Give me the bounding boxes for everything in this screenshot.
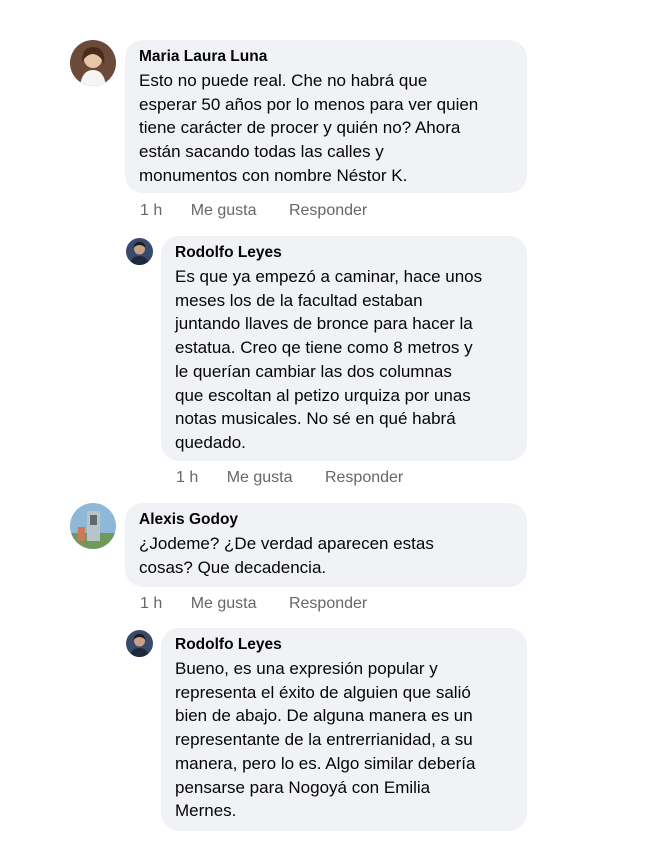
like-button[interactable]: Me gusta [227, 468, 293, 488]
profile-photo-icon [70, 40, 116, 86]
comment-author[interactable]: Rodolfo Leyes [175, 243, 513, 263]
avatar-rodolfo-leyes[interactable] [126, 238, 153, 265]
comment-text: Es que ya empezó a caminar, hace unos me… [175, 267, 483, 452]
like-button[interactable]: Me gusta [191, 594, 257, 614]
comment-actions: 1 h Me gusta Responder [140, 594, 367, 614]
comment-actions: 1 h Me gusta Responder [176, 468, 403, 488]
comment-author[interactable]: Rodolfo Leyes [175, 635, 513, 655]
comment-timestamp[interactable]: 1 h [140, 201, 162, 221]
comment-bubble: Alexis Godoy ¿Jodeme? ¿De verdad aparece… [125, 503, 527, 587]
comment-author[interactable]: Alexis Godoy [139, 510, 513, 530]
profile-photo-icon [70, 503, 116, 549]
comment-bubble: Maria Laura Luna Esto no puede real. Che… [125, 40, 527, 193]
comment-timestamp[interactable]: 1 h [140, 594, 162, 614]
comment-actions: 1 h Me gusta Responder [140, 201, 367, 221]
reply-button[interactable]: Responder [289, 201, 367, 221]
comment-author[interactable]: Maria Laura Luna [139, 47, 513, 67]
profile-photo-icon [126, 238, 153, 265]
comment-text: Bueno, es una expresión popular y repres… [175, 659, 476, 821]
comment-timestamp[interactable]: 1 h [176, 468, 198, 488]
comment-bubble: Rodolfo Leyes Bueno, es una expresión po… [161, 628, 527, 831]
like-button[interactable]: Me gusta [191, 201, 257, 221]
comment-text: ¿Jodeme? ¿De verdad aparecen estas cosas… [139, 534, 434, 577]
reply-button[interactable]: Responder [289, 594, 367, 614]
comment-text: Esto no puede real. Che no habrá que esp… [139, 71, 479, 185]
avatar-rodolfo-leyes[interactable] [126, 630, 153, 657]
avatar-alexis-godoy[interactable] [70, 503, 116, 549]
profile-photo-icon [126, 630, 153, 657]
avatar-maria-laura-luna[interactable] [70, 40, 116, 86]
comment-bubble: Rodolfo Leyes Es que ya empezó a caminar… [161, 236, 527, 461]
reply-button[interactable]: Responder [325, 468, 403, 488]
